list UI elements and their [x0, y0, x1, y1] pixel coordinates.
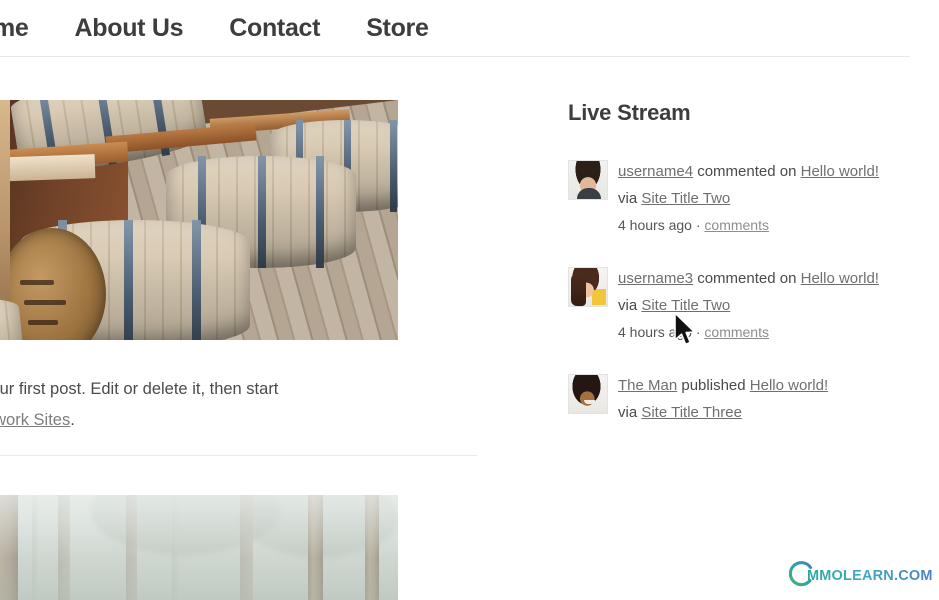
stream-site-link[interactable]: Site Title Three	[641, 404, 742, 421]
stream-separator: ·	[691, 217, 705, 233]
live-stream-item: The Man published Hello world! via Site …	[568, 372, 898, 426]
stream-actor-link[interactable]: The Man	[618, 377, 677, 394]
forest-fog-overlay	[0, 495, 398, 600]
post-divider	[0, 455, 477, 456]
stream-via: via	[618, 404, 642, 421]
nav-item-about-us[interactable]: About Us	[75, 11, 184, 45]
stream-comments-link[interactable]: comments	[704, 217, 769, 233]
post-excerpt-line1: his is your first post. Edit or delete i…	[0, 379, 279, 398]
wood-beam	[0, 154, 96, 182]
stream-via: via	[618, 190, 642, 207]
live-stream-item-meta: 4 hours ago · comments	[618, 319, 898, 346]
stream-comments-link[interactable]: comments	[704, 324, 769, 340]
stream-verb: published	[677, 377, 750, 394]
main-content-column: his is your first post. Edit or delete i…	[0, 57, 480, 600]
live-stream-item: username4 commented on Hello world! via …	[568, 158, 898, 239]
post-excerpt-line2-suffix: .	[70, 410, 75, 429]
site-header: ome About Us Contact Store	[0, 0, 939, 57]
post-featured-image-forest	[0, 495, 398, 600]
stream-object-link[interactable]: Hello world!	[801, 163, 879, 180]
stream-separator: ·	[691, 324, 705, 340]
stream-actor-link[interactable]: username3	[618, 270, 693, 287]
stream-object-link[interactable]: Hello world!	[801, 270, 879, 287]
live-stream-item-text: username4 commented on Hello world! via …	[618, 158, 898, 212]
watermark: MMOLEARN.COM	[786, 560, 933, 590]
stream-verb: commented on	[693, 163, 801, 180]
post-featured-image-barrels	[0, 100, 398, 340]
main-navigation: ome About Us Contact Store	[0, 11, 429, 45]
avatar[interactable]	[568, 160, 608, 200]
stream-via: via	[618, 297, 642, 314]
live-stream-item-meta: 4 hours ago · comments	[618, 212, 898, 239]
live-stream-item: username3 commented on Hello world! via …	[568, 265, 898, 346]
stream-verb: commented on	[693, 270, 801, 287]
stream-timestamp: 4 hours ago	[618, 217, 692, 233]
live-stream-heading: Live Stream	[568, 100, 691, 125]
nav-item-home[interactable]: ome	[0, 11, 29, 45]
live-stream-item-text: The Man published Hello world! via Site …	[618, 372, 898, 426]
stream-site-link[interactable]: Site Title Two	[641, 190, 730, 207]
nav-item-contact[interactable]: Contact	[229, 11, 320, 45]
post-excerpt-link[interactable]: her Network Sites	[0, 411, 70, 429]
stream-timestamp: 4 hours ago	[618, 324, 692, 340]
stream-object-link[interactable]: Hello world!	[750, 377, 828, 394]
avatar[interactable]	[568, 374, 608, 414]
watermark-text: MMOLEARN.COM	[807, 568, 933, 584]
nav-item-store[interactable]: Store	[366, 11, 429, 45]
stream-site-link[interactable]: Site Title Two	[641, 297, 730, 314]
avatar[interactable]	[568, 267, 608, 307]
stream-actor-link[interactable]: username4	[618, 163, 693, 180]
sidebar-live-stream: Live Stream username4 commented on Hello…	[568, 100, 898, 452]
live-stream-item-text: username3 commented on Hello world! via …	[618, 265, 898, 319]
post-excerpt: his is your first post. Edit or delete i…	[0, 374, 410, 436]
